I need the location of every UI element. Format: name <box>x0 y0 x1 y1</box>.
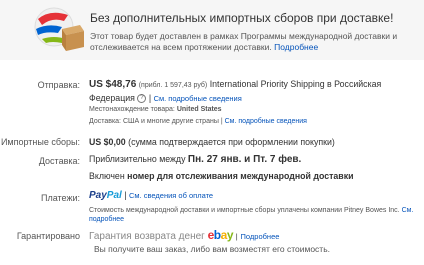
payments-row: PayPal | См. сведения об оплате <box>89 190 214 201</box>
globe-box-icon <box>34 7 84 51</box>
payments-note: Стоимость международной доставки и импор… <box>89 207 414 223</box>
shipping-value: US $48,76 (прибл. 1 597,43 руб) Internat… <box>89 79 382 104</box>
delivery-estimate: Приблизительно между Пн. 27 янв. и Пт. 7… <box>89 154 302 165</box>
delivery-tracking: Включен номер для отслеживания междунаро… <box>89 171 354 181</box>
payments-label: Платежи: <box>40 193 80 203</box>
header-more-link[interactable]: Подробнее <box>274 42 318 52</box>
guarantee-text: Гарантия возврата денег <box>89 231 205 242</box>
shipping-label: Отправка: <box>37 80 80 90</box>
header-description: Этот товар будет доставлен в рамках Прог… <box>90 31 398 52</box>
import-label: Импортные сборы: <box>0 137 80 147</box>
guarantee-more-link[interactable]: Подробнее <box>241 232 280 241</box>
payment-details-link[interactable]: См. сведения об оплате <box>129 191 213 200</box>
item-location: Местонахождение товара: United States <box>89 106 222 113</box>
ebay-logo: ebay <box>207 228 234 242</box>
header-title: Без дополнительных импортных сборов при … <box>90 11 394 25</box>
delivery-label: Доставка: <box>38 156 80 166</box>
ships-to-details-link[interactable]: См. подробные сведения <box>225 118 307 125</box>
shipping-price: US $48,76 <box>89 79 137 90</box>
paypal-logo: PayPal <box>89 190 122 201</box>
import-value: US $0,00 (сумма подтверждается при оформ… <box>89 137 335 147</box>
guarantee-row: Гарантия возврата денег ebay | Подробнее <box>89 228 280 242</box>
ships-to: Доставка: США и многие другие страны | С… <box>89 118 307 125</box>
guarantee-footer: Вы получите ваш заказ, либо вам возместя… <box>94 244 330 254</box>
help-icon[interactable]: ? <box>137 94 147 104</box>
shipping-details-link[interactable]: См. подробные сведения <box>154 94 242 103</box>
guarantee-label: Гарантировано <box>16 231 80 241</box>
shipping-approx: (прибл. 1 597,43 руб) <box>138 82 208 89</box>
